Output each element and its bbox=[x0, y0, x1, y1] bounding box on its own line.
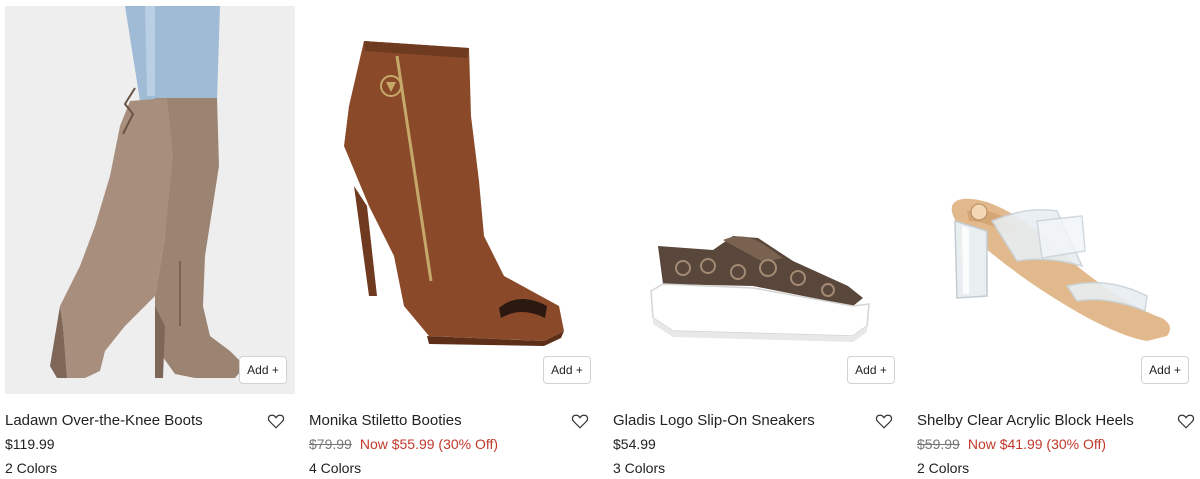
original-price: $59.99 bbox=[917, 436, 960, 452]
product-name[interactable]: Ladawn Over-the-Knee Boots bbox=[5, 412, 295, 429]
add-button[interactable]: Add + bbox=[847, 356, 895, 384]
product-price: $119.99 bbox=[5, 436, 55, 452]
sale-price: Now $55.99 (30% Off) bbox=[359, 436, 499, 452]
price-row: $59.99 Now $41.99 (30% Off) bbox=[917, 436, 1197, 454]
add-button[interactable]: Add + bbox=[239, 356, 287, 384]
heart-outline-icon[interactable] bbox=[875, 412, 893, 430]
product-card[interactable]: Add + Monika Stiletto Booties $79.99 Now … bbox=[309, 6, 599, 476]
heart-outline-icon[interactable] bbox=[1177, 412, 1195, 430]
color-count[interactable]: 3 Colors bbox=[613, 460, 903, 476]
product-card[interactable]: Add + Gladis Logo Slip-On Sneakers $54.9… bbox=[613, 6, 903, 476]
product-image[interactable]: Add + bbox=[613, 6, 903, 394]
slip-on-sneaker-image bbox=[650, 236, 870, 342]
product-image[interactable]: Add + bbox=[309, 6, 599, 394]
product-card[interactable]: Add + Shelby Clear Acrylic Block Heels $… bbox=[917, 6, 1197, 476]
price-row: $54.99 bbox=[613, 436, 903, 454]
add-button[interactable]: Add + bbox=[543, 356, 591, 384]
color-count[interactable]: 2 Colors bbox=[5, 460, 295, 476]
color-count[interactable]: 4 Colors bbox=[309, 460, 599, 476]
product-image[interactable]: Add + bbox=[5, 6, 295, 394]
price-row: $119.99 bbox=[5, 436, 295, 454]
product-card[interactable]: Add + Ladawn Over-the-Knee Boots $119.99… bbox=[5, 6, 295, 476]
heart-outline-icon[interactable] bbox=[267, 412, 285, 430]
heart-outline-icon[interactable] bbox=[571, 412, 589, 430]
price-row: $79.99 Now $55.99 (30% Off) bbox=[309, 436, 599, 454]
clear-block-heel-image bbox=[951, 198, 1171, 341]
product-image[interactable]: Add + bbox=[917, 6, 1197, 394]
original-price: $79.99 bbox=[309, 436, 352, 452]
add-button[interactable]: Add + bbox=[1141, 356, 1189, 384]
product-price: $54.99 bbox=[613, 436, 656, 452]
over-the-knee-boot-image bbox=[50, 6, 245, 378]
product-name[interactable]: Monika Stiletto Booties bbox=[309, 412, 599, 429]
stiletto-bootie-image bbox=[344, 41, 564, 346]
product-name[interactable]: Shelby Clear Acrylic Block Heels bbox=[917, 412, 1197, 429]
product-grid: Add + Ladawn Over-the-Knee Boots $119.99… bbox=[0, 0, 1200, 479]
sale-price: Now $41.99 (30% Off) bbox=[967, 436, 1107, 452]
product-name[interactable]: Gladis Logo Slip-On Sneakers bbox=[613, 412, 903, 429]
color-count[interactable]: 2 Colors bbox=[917, 460, 1197, 476]
